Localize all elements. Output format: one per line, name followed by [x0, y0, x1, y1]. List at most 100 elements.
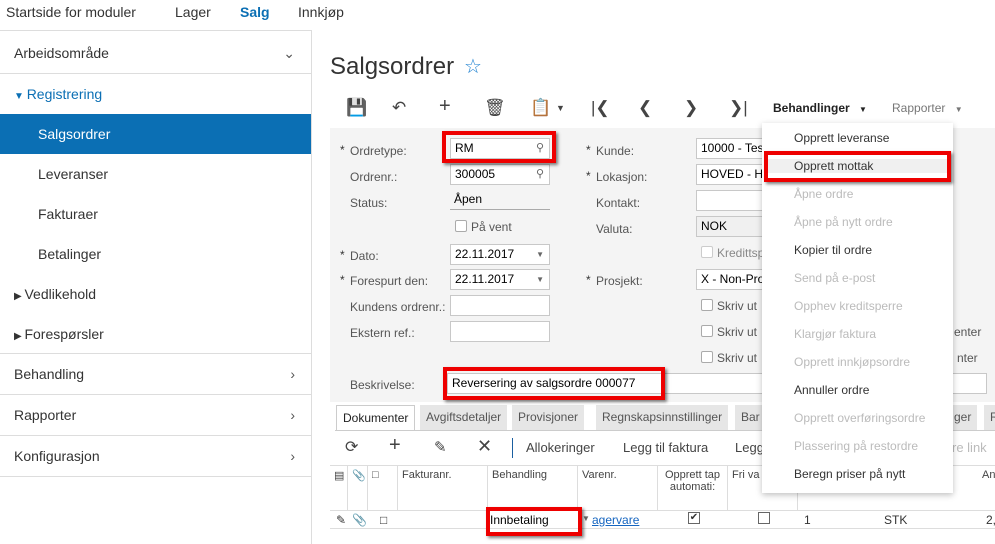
sidebar-behandling[interactable]: Behandling › [0, 354, 311, 394]
skriv-ut-checkbox[interactable] [701, 299, 713, 311]
paste-icon[interactable]: 📋 [530, 98, 551, 118]
caret-down-icon[interactable]: ▼ [556, 103, 565, 113]
fri-vare-checkbox[interactable] [758, 512, 770, 524]
menu-item: Opprett overføringsordre [794, 411, 926, 425]
sidebar-konfigurasjon[interactable]: Konfigurasjon › [0, 436, 311, 476]
edit-icon[interactable]: ✎ [434, 438, 447, 456]
col-varenr[interactable]: Varenr. [578, 465, 658, 510]
attachment-icon[interactable]: 📎 [352, 513, 367, 527]
menu-item[interactable]: Opprett leveranse [794, 131, 889, 145]
label: Arbeidsområde [14, 45, 109, 61]
document-icon: □ [368, 465, 398, 510]
page-title: Salgsordrer [330, 53, 455, 80]
label-fragment: enter [954, 325, 982, 339]
prosjekt-input[interactable]: X - Non-Pro [696, 269, 766, 290]
prev-icon[interactable]: ❮ [638, 98, 652, 118]
refresh-icon[interactable]: ⟳ [345, 437, 358, 457]
next-icon[interactable]: ❯ [684, 98, 698, 118]
sidebar-arbeidsomrade[interactable]: Arbeidsområde ⌄ [0, 33, 311, 73]
forespurt-label: Forespurt den: [350, 274, 429, 288]
add-icon[interactable]: + [439, 95, 451, 118]
nav-salg[interactable]: Salg [240, 4, 270, 20]
document-icon[interactable]: □ [380, 513, 387, 527]
dato-input[interactable]: 22.11.2017 ▼ [450, 244, 550, 265]
sidebar-item-leveranser[interactable]: Leveranser [0, 154, 311, 194]
tab-provisjoner[interactable]: Provisjoner [512, 405, 585, 430]
status-value: Åpen [450, 192, 550, 210]
kontakt-input[interactable] [696, 190, 766, 211]
tab-regnskapsinnstillinger[interactable]: Regnskapsinnstillinger [596, 405, 729, 430]
valuta-input[interactable]: NOK [696, 216, 766, 237]
allokeringer-button[interactable]: Allokeringer [526, 440, 595, 455]
sidebar-item-salgsordrer[interactable]: Salgsordrer [0, 114, 311, 154]
menu-item[interactable]: Beregn priser på nytt [794, 467, 905, 481]
lokasjon-input[interactable]: HOVED - H [696, 164, 766, 185]
delete-row-icon[interactable]: ✕ [477, 436, 492, 457]
pa-vent-checkbox[interactable] [455, 220, 467, 232]
col-behandling[interactable]: Behandling [488, 465, 578, 510]
sidebar-rapporter[interactable]: Rapporter › [0, 395, 311, 435]
caret-down-icon[interactable]: ▼ [536, 270, 544, 289]
caret-right-icon: ▶ [14, 331, 25, 342]
undo-icon[interactable]: ↶ [392, 98, 406, 118]
chevron-right-icon: › [290, 448, 295, 464]
opprett-tap-checkbox[interactable]: ✔ [688, 512, 700, 524]
col-fakturanr[interactable]: Fakturanr. [398, 465, 488, 510]
ordrenr-input[interactable]: 300005 ⚲ [450, 164, 550, 185]
sidebar-registrering[interactable]: ▼ Registrering [0, 74, 311, 114]
label: Rapporter [892, 101, 946, 115]
save-icon[interactable]: 💾 [346, 98, 367, 118]
varenr-link[interactable]: agervare [592, 513, 639, 527]
legg-button[interactable]: Legg [735, 440, 764, 455]
sidebar-foresporsler[interactable]: ▶ Forespørsler [0, 314, 311, 354]
legg-til-faktura-button[interactable]: Legg til faktura [623, 440, 708, 455]
caret-down-icon[interactable]: ▼ [536, 245, 544, 264]
kunde-input[interactable]: 10000 - Tes [696, 138, 766, 159]
label: Behandlinger [773, 101, 850, 115]
menu-item: Opprett innkjøpsordre [794, 355, 911, 369]
delete-icon[interactable]: 🗑 [484, 98, 506, 118]
table-row[interactable]: ✎ 📎 □ Innbetaling ▼ agervare ✔ 1 STK 2, [330, 511, 995, 529]
dato-label: Dato: [350, 249, 379, 263]
divider [0, 476, 311, 477]
label: Forespørsler [24, 326, 104, 342]
first-icon[interactable]: |❮ [591, 98, 610, 118]
link-button[interactable]: re link [952, 440, 987, 455]
sidebar-item-betalinger[interactable]: Betalinger [0, 234, 311, 274]
col-antall[interactable]: An [978, 465, 995, 510]
caret-down-icon[interactable]: ▼ [582, 514, 590, 523]
kundens-ordrenr-input[interactable] [450, 295, 550, 316]
skriv-ut-checkbox[interactable] [701, 325, 713, 337]
search-icon[interactable]: ⚲ [536, 165, 544, 184]
menu-item[interactable]: Kopier til ordre [794, 243, 872, 257]
menu-item: Opphev kreditsperre [794, 299, 903, 313]
sidebar-item-fakturaer[interactable]: Fakturaer [0, 194, 311, 234]
tab-avgiftsdetaljer[interactable]: Avgiftsdetaljer [420, 405, 508, 430]
divider [512, 438, 513, 458]
highlight-beskrivelse [443, 367, 665, 400]
highlight-behandling-cell [486, 507, 582, 536]
kunde-label: Kunde: [596, 144, 635, 158]
edit-icon[interactable]: ✎ [336, 513, 346, 527]
last-icon[interactable]: ❯| [729, 98, 748, 118]
nav-innkjop[interactable]: Innkjøp [298, 4, 344, 20]
label-fragment: nter [957, 351, 978, 365]
nav-lager[interactable]: Lager [175, 4, 211, 20]
add-row-icon[interactable]: + [389, 434, 401, 457]
ekstern-ref-input[interactable] [450, 321, 550, 342]
sidebar-vedlikehold[interactable]: ▶ Vedlikehold [0, 274, 311, 314]
attachment-icon: 📎 [348, 465, 368, 510]
menu-item: Åpne ordre [794, 187, 854, 201]
forespurt-input[interactable]: 22.11.2017 ▼ [450, 269, 550, 290]
favorite-star-icon[interactable]: ☆ [464, 54, 482, 79]
behandlinger-menu-button[interactable]: Behandlinger ▼ [773, 101, 867, 115]
kontakt-label: Kontakt: [596, 196, 641, 210]
kreditt-checkbox[interactable] [701, 246, 713, 258]
skriv-ut-checkbox[interactable] [701, 351, 713, 363]
tab-r[interactable]: R [984, 405, 995, 430]
nav-startside[interactable]: Startside for moduler [6, 4, 136, 20]
col-opprett-tap[interactable]: Opprett tap automati: [658, 465, 728, 510]
tab-dokumenter[interactable]: Dokumenter [336, 405, 416, 430]
rapporter-menu-button[interactable]: Rapporter ▼ [892, 101, 963, 115]
menu-item[interactable]: Annuller ordre [794, 383, 869, 397]
